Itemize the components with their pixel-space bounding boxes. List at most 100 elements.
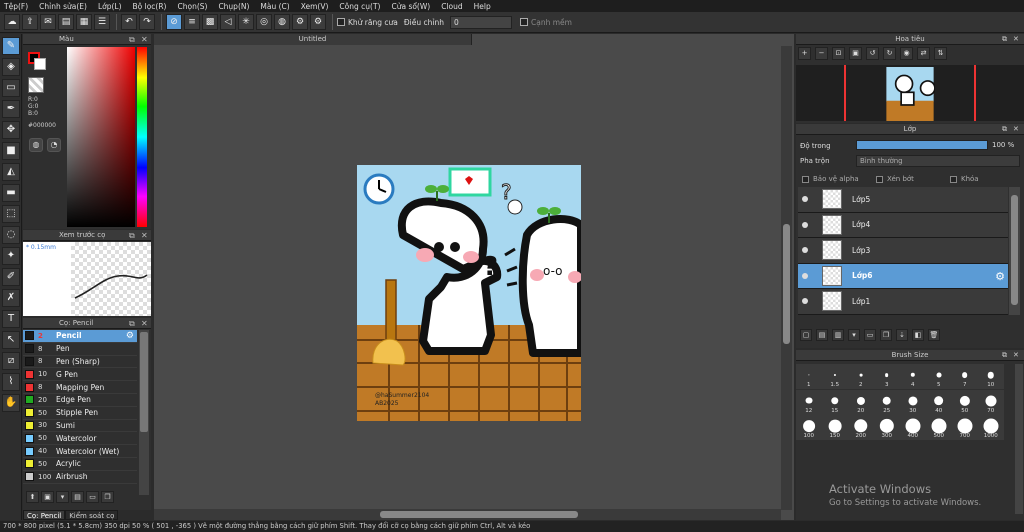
duplicate-layer-icon[interactable]: ❐	[880, 329, 892, 341]
menu-view[interactable]: Xem(V)	[301, 2, 329, 11]
brush-size-cell[interactable]: 5	[926, 364, 952, 389]
rotate-left-icon[interactable]: ↺	[866, 47, 879, 60]
merge-layer-icon[interactable]: ⇣	[896, 329, 908, 341]
menu-color[interactable]: Màu (C)	[260, 2, 289, 11]
adjust-select[interactable]: 0	[450, 15, 512, 29]
layer-menu-icon[interactable]: ▾	[848, 329, 860, 341]
document-tab[interactable]: Untitled	[154, 34, 472, 45]
scroll-thumb[interactable]	[140, 332, 148, 432]
zoom-out-icon[interactable]: −	[815, 47, 828, 60]
background-color[interactable]	[34, 58, 46, 70]
eraser-tool-icon[interactable]: ◈	[2, 58, 20, 76]
select-eraser-tool-icon[interactable]: ✗	[2, 289, 20, 307]
rect-tool-icon[interactable]: ▭	[2, 79, 20, 97]
brush-item[interactable]: 30 Sumi	[23, 419, 137, 433]
operation-tool-icon[interactable]: ↖	[2, 331, 20, 349]
brush-item[interactable]: 8 Pen (Sharp)	[23, 355, 137, 369]
lasso-tool-icon[interactable]: ◌	[2, 226, 20, 244]
cross-snap-icon[interactable]: ▩	[202, 14, 218, 30]
fill-rect-tool-icon[interactable]: ■	[2, 142, 20, 160]
tab-brush-pencil[interactable]: Cọ: Pencil	[23, 510, 66, 520]
canvas-vscrollbar[interactable]	[781, 46, 792, 510]
menu-filter[interactable]: Bộ lọc(R)	[133, 2, 167, 11]
gear-icon[interactable]: ⚙	[310, 14, 326, 30]
duplicate-icon[interactable]: ❐	[101, 491, 114, 503]
opacity-slider[interactable]	[856, 140, 988, 150]
grid-icon[interactable]: ▦	[76, 14, 92, 30]
layer-scrollbar[interactable]	[1009, 187, 1020, 315]
layer-row[interactable]: Lớp4	[798, 212, 1008, 238]
brush-item[interactable]: 20 Edge Pen	[23, 393, 137, 407]
brush-size-cell[interactable]: 70	[978, 389, 1004, 415]
add-brush-icon[interactable]: ⬆	[26, 491, 39, 503]
close-icon[interactable]: ✕	[141, 230, 148, 241]
brush-size-cell[interactable]: 400	[900, 415, 926, 440]
hand-tool-icon[interactable]: ✋	[2, 394, 20, 412]
flip-v-icon[interactable]: ⇅	[934, 47, 947, 60]
layer-settings-icon[interactable]: ◧	[912, 329, 924, 341]
brush-item[interactable]: 50 Acrylic	[23, 457, 137, 471]
float-icon[interactable]: ⧉	[1002, 34, 1007, 45]
gear-icon[interactable]: ⚙	[995, 270, 1005, 283]
reset-icon[interactable]: ◉	[900, 47, 913, 60]
blend-select[interactable]: Bình thường	[856, 155, 1020, 167]
close-icon[interactable]: ✕	[1013, 34, 1019, 45]
circle-snap-icon[interactable]: ◎	[256, 14, 272, 30]
menu-cloud[interactable]: Cloud	[441, 2, 462, 11]
brush-size-cell[interactable]: 50	[952, 389, 978, 415]
eye-icon[interactable]	[802, 196, 808, 203]
divide-tool-icon[interactable]: ⧄	[2, 352, 20, 370]
brush-menu-icon[interactable]: ▾	[56, 491, 69, 503]
scroll-thumb[interactable]	[783, 224, 790, 344]
antialias-checkbox[interactable]	[337, 18, 345, 26]
layer-row[interactable]: Lớp5	[798, 187, 1008, 213]
float-icon[interactable]: ⧉	[129, 34, 135, 45]
brush-item[interactable]: 2 Pencil ⚙	[23, 330, 137, 343]
file-icon[interactable]: ▤	[71, 491, 84, 503]
comment-icon[interactable]: ✉	[40, 14, 56, 30]
cloud-icon[interactable]: ☁	[4, 14, 20, 30]
artwork-canvas[interactable]: ? ? o-o @haSummer2104 AB2025	[357, 165, 581, 421]
close-icon[interactable]: ✕	[141, 318, 148, 329]
vanishing-snap-icon[interactable]: ◁	[220, 14, 236, 30]
scroll-thumb[interactable]	[1011, 195, 1018, 305]
flip-h-icon[interactable]: ⇄	[917, 47, 930, 60]
radial-snap-icon[interactable]: ✳	[238, 14, 254, 30]
brush-item[interactable]: 40 Watercolor (Wet)	[23, 445, 137, 458]
eye-icon[interactable]	[802, 247, 808, 254]
brush-item[interactable]: 8 Mapping Pen	[23, 381, 137, 394]
menu-select[interactable]: Chọn(S)	[177, 2, 207, 11]
select-tool-icon[interactable]: ⬚	[2, 205, 20, 223]
brush-item[interactable]: 100 Airbrush	[23, 470, 137, 484]
snap-settings-icon[interactable]: ⚙	[292, 14, 308, 30]
brush-size-cell[interactable]: 300	[874, 415, 900, 440]
brush-size-cell[interactable]: 100	[796, 415, 822, 440]
close-icon[interactable]: ✕	[1013, 350, 1019, 361]
hue-slider[interactable]	[137, 47, 147, 227]
brush-item[interactable]: 10 G Pen	[23, 368, 137, 382]
brush-item[interactable]: 50 Stipple Pen	[23, 406, 137, 420]
eyedropper-icon[interactable]: ◔	[47, 138, 61, 152]
brush-size-cell[interactable]: 10	[978, 364, 1004, 389]
canvas-hscrollbar[interactable]	[154, 509, 781, 520]
layer-row[interactable]: Lớp1	[798, 289, 1008, 315]
gear-icon[interactable]: ⚙	[126, 331, 134, 341]
menu-tools[interactable]: Công cụ(T)	[339, 2, 380, 11]
brush-size-cell[interactable]: 40	[926, 389, 952, 415]
share-icon[interactable]: ⇪	[22, 14, 38, 30]
brush-size-cell[interactable]: 2	[848, 364, 874, 389]
layer-row[interactable]: Lớp6 ⚙	[798, 263, 1008, 289]
layer-row[interactable]: Lớp3	[798, 238, 1008, 264]
close-icon[interactable]: ✕	[1013, 124, 1019, 135]
panel-icon[interactable]: ▤	[58, 14, 74, 30]
clip-checkbox[interactable]: Xén bớt	[876, 175, 914, 183]
menu-layer[interactable]: Lớp(L)	[98, 2, 122, 11]
brush-item[interactable]: 8 Pen	[23, 342, 137, 356]
brush-tool-icon[interactable]: ✎	[2, 37, 20, 55]
brush-size-cell[interactable]: 1.5	[822, 364, 848, 389]
bucket-tool-icon[interactable]: ◭	[2, 163, 20, 181]
brush-size-cell[interactable]: 150	[822, 415, 848, 440]
brush-size-cell[interactable]: 12	[796, 389, 822, 415]
text-tool-icon[interactable]: T	[2, 310, 20, 328]
brush-size-cell[interactable]: 200	[848, 415, 874, 440]
